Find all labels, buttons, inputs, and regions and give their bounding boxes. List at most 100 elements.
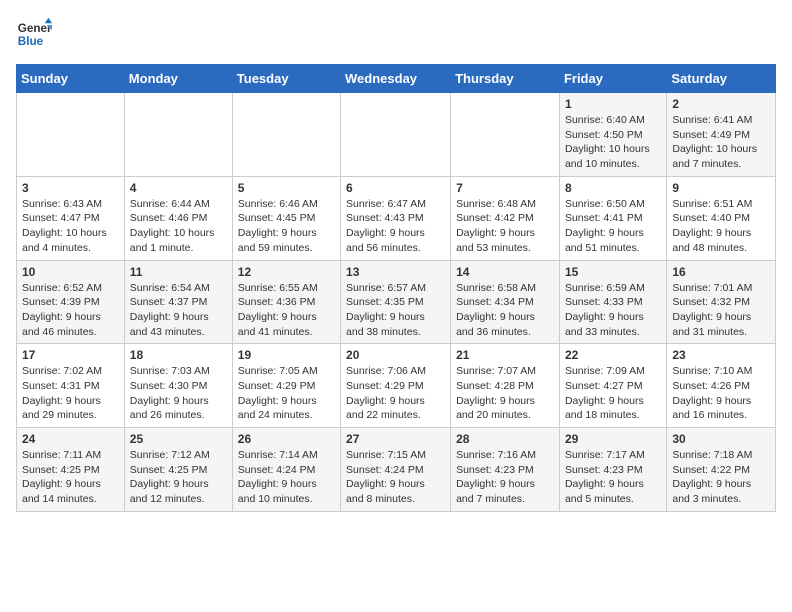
day-header-thursday: Thursday: [451, 65, 560, 93]
day-number: 5: [238, 181, 335, 195]
calendar-cell: [17, 93, 125, 177]
day-number: 30: [672, 432, 770, 446]
calendar-cell: 1 Sunrise: 6:40 AM Sunset: 4:50 PM Daylig…: [559, 93, 666, 177]
day-info: Sunrise: 7:17 AM Sunset: 4:23 PM Dayligh…: [565, 448, 661, 507]
calendar-body: 1 Sunrise: 6:40 AM Sunset: 4:50 PM Daylig…: [17, 93, 776, 512]
day-number: 1: [565, 97, 661, 111]
logo: General Blue: [16, 16, 52, 52]
day-info: Sunrise: 6:58 AM Sunset: 4:34 PM Dayligh…: [456, 281, 554, 340]
calendar-cell: 21Sunrise: 7:07 AM Sunset: 4:28 PM Dayli…: [451, 344, 560, 428]
calendar-cell: [124, 93, 232, 177]
day-number: 23: [672, 348, 770, 362]
calendar-cell: 11 Sunrise: 6:54 AM Sunset: 4:37 PM Dayli…: [124, 260, 232, 344]
day-number: 26: [238, 432, 335, 446]
svg-text:General: General: [18, 22, 52, 35]
day-header-wednesday: Wednesday: [341, 65, 451, 93]
calendar-cell: 26 Sunrise: 7:14 AM Sunset: 4:24 PM Dayli…: [232, 428, 340, 512]
day-info: Sunrise: 6:59 AM Sunset: 4:33 PM Dayligh…: [565, 281, 661, 340]
day-info: Sunrise: 6:47 AM Sunset: 4:43 PM Dayligh…: [346, 197, 445, 256]
calendar-cell: 9Sunrise: 6:51 AM Sunset: 4:40 PM Daylig…: [667, 176, 776, 260]
calendar-cell: 4Sunrise: 6:44 AM Sunset: 4:46 PM Daylig…: [124, 176, 232, 260]
day-number: 13: [346, 265, 445, 279]
day-number: 29: [565, 432, 661, 446]
day-number: 25: [130, 432, 227, 446]
calendar-cell: 17Sunrise: 7:02 AM Sunset: 4:31 PM Dayli…: [17, 344, 125, 428]
day-info: Sunrise: 7:10 AM Sunset: 4:26 PM Dayligh…: [672, 364, 770, 423]
calendar-cell: 19 Sunrise: 7:05 AM Sunset: 4:29 PM Dayli…: [232, 344, 340, 428]
day-number: 21: [456, 348, 554, 362]
calendar-cell: 28 Sunrise: 7:16 AM Sunset: 4:23 PM Dayli…: [451, 428, 560, 512]
day-number: 20: [346, 348, 445, 362]
calendar-cell: 30 Sunrise: 7:18 AM Sunset: 4:22 PM Dayli…: [667, 428, 776, 512]
calendar-week-2: 3 Sunrise: 6:43 AM Sunset: 4:47 PM Daylig…: [17, 176, 776, 260]
calendar-cell: 25 Sunrise: 7:12 AM Sunset: 4:25 PM Dayli…: [124, 428, 232, 512]
day-info: Sunrise: 7:16 AM Sunset: 4:23 PM Dayligh…: [456, 448, 554, 507]
day-info: Sunrise: 6:44 AM Sunset: 4:46 PM Dayligh…: [130, 197, 227, 256]
day-info: Sunrise: 7:18 AM Sunset: 4:22 PM Dayligh…: [672, 448, 770, 507]
calendar-cell: [341, 93, 451, 177]
calendar-cell: 23 Sunrise: 7:10 AM Sunset: 4:26 PM Dayli…: [667, 344, 776, 428]
calendar-cell: 15Sunrise: 6:59 AM Sunset: 4:33 PM Dayli…: [559, 260, 666, 344]
day-info: Sunrise: 6:54 AM Sunset: 4:37 PM Dayligh…: [130, 281, 227, 340]
calendar-week-1: 1 Sunrise: 6:40 AM Sunset: 4:50 PM Daylig…: [17, 93, 776, 177]
day-info: Sunrise: 6:57 AM Sunset: 4:35 PM Dayligh…: [346, 281, 445, 340]
calendar-cell: 5 Sunrise: 6:46 AM Sunset: 4:45 PM Daylig…: [232, 176, 340, 260]
day-number: 10: [22, 265, 119, 279]
day-info: Sunrise: 7:11 AM Sunset: 4:25 PM Dayligh…: [22, 448, 119, 507]
day-number: 16: [672, 265, 770, 279]
calendar-cell: 7 Sunrise: 6:48 AM Sunset: 4:42 PM Daylig…: [451, 176, 560, 260]
calendar-table: SundayMondayTuesdayWednesdayThursdayFrid…: [16, 64, 776, 512]
day-info: Sunrise: 6:55 AM Sunset: 4:36 PM Dayligh…: [238, 281, 335, 340]
day-info: Sunrise: 6:43 AM Sunset: 4:47 PM Dayligh…: [22, 197, 119, 256]
day-number: 14: [456, 265, 554, 279]
day-info: Sunrise: 6:41 AM Sunset: 4:49 PM Dayligh…: [672, 113, 770, 172]
calendar-week-3: 10 Sunrise: 6:52 AM Sunset: 4:39 PM Dayli…: [17, 260, 776, 344]
day-info: Sunrise: 7:09 AM Sunset: 4:27 PM Dayligh…: [565, 364, 661, 423]
calendar-cell: 22 Sunrise: 7:09 AM Sunset: 4:27 PM Dayli…: [559, 344, 666, 428]
day-number: 24: [22, 432, 119, 446]
calendar-cell: [232, 93, 340, 177]
day-header-saturday: Saturday: [667, 65, 776, 93]
day-info: Sunrise: 7:05 AM Sunset: 4:29 PM Dayligh…: [238, 364, 335, 423]
day-number: 17: [22, 348, 119, 362]
day-header-sunday: Sunday: [17, 65, 125, 93]
day-info: Sunrise: 6:51 AM Sunset: 4:40 PM Dayligh…: [672, 197, 770, 256]
calendar-cell: 29 Sunrise: 7:17 AM Sunset: 4:23 PM Dayli…: [559, 428, 666, 512]
calendar-cell: 24 Sunrise: 7:11 AM Sunset: 4:25 PM Dayli…: [17, 428, 125, 512]
day-number: 27: [346, 432, 445, 446]
calendar-cell: 2 Sunrise: 6:41 AM Sunset: 4:49 PM Daylig…: [667, 93, 776, 177]
day-info: Sunrise: 7:14 AM Sunset: 4:24 PM Dayligh…: [238, 448, 335, 507]
day-info: Sunrise: 7:03 AM Sunset: 4:30 PM Dayligh…: [130, 364, 227, 423]
calendar-cell: 18 Sunrise: 7:03 AM Sunset: 4:30 PM Dayli…: [124, 344, 232, 428]
day-number: 28: [456, 432, 554, 446]
day-number: 19: [238, 348, 335, 362]
day-number: 8: [565, 181, 661, 195]
svg-text:Blue: Blue: [18, 35, 44, 48]
day-number: 12: [238, 265, 335, 279]
logo-icon: General Blue: [16, 16, 52, 52]
calendar-cell: 20Sunrise: 7:06 AM Sunset: 4:29 PM Dayli…: [341, 344, 451, 428]
calendar-cell: 12 Sunrise: 6:55 AM Sunset: 4:36 PM Dayli…: [232, 260, 340, 344]
day-header-monday: Monday: [124, 65, 232, 93]
calendar-week-5: 24 Sunrise: 7:11 AM Sunset: 4:25 PM Dayli…: [17, 428, 776, 512]
calendar-week-4: 17Sunrise: 7:02 AM Sunset: 4:31 PM Dayli…: [17, 344, 776, 428]
day-number: 22: [565, 348, 661, 362]
calendar-cell: 27Sunrise: 7:15 AM Sunset: 4:24 PM Dayli…: [341, 428, 451, 512]
calendar-cell: 10 Sunrise: 6:52 AM Sunset: 4:39 PM Dayli…: [17, 260, 125, 344]
day-info: Sunrise: 6:40 AM Sunset: 4:50 PM Dayligh…: [565, 113, 661, 172]
calendar-header-row: SundayMondayTuesdayWednesdayThursdayFrid…: [17, 65, 776, 93]
calendar-cell: 3 Sunrise: 6:43 AM Sunset: 4:47 PM Daylig…: [17, 176, 125, 260]
day-number: 3: [22, 181, 119, 195]
day-info: Sunrise: 6:46 AM Sunset: 4:45 PM Dayligh…: [238, 197, 335, 256]
day-number: 11: [130, 265, 227, 279]
day-info: Sunrise: 7:12 AM Sunset: 4:25 PM Dayligh…: [130, 448, 227, 507]
day-info: Sunrise: 6:48 AM Sunset: 4:42 PM Dayligh…: [456, 197, 554, 256]
header: General Blue: [16, 16, 776, 52]
calendar-cell: 16Sunrise: 7:01 AM Sunset: 4:32 PM Dayli…: [667, 260, 776, 344]
calendar-cell: [451, 93, 560, 177]
day-number: 18: [130, 348, 227, 362]
calendar-cell: 8Sunrise: 6:50 AM Sunset: 4:41 PM Daylig…: [559, 176, 666, 260]
day-info: Sunrise: 6:52 AM Sunset: 4:39 PM Dayligh…: [22, 281, 119, 340]
day-number: 2: [672, 97, 770, 111]
day-number: 7: [456, 181, 554, 195]
